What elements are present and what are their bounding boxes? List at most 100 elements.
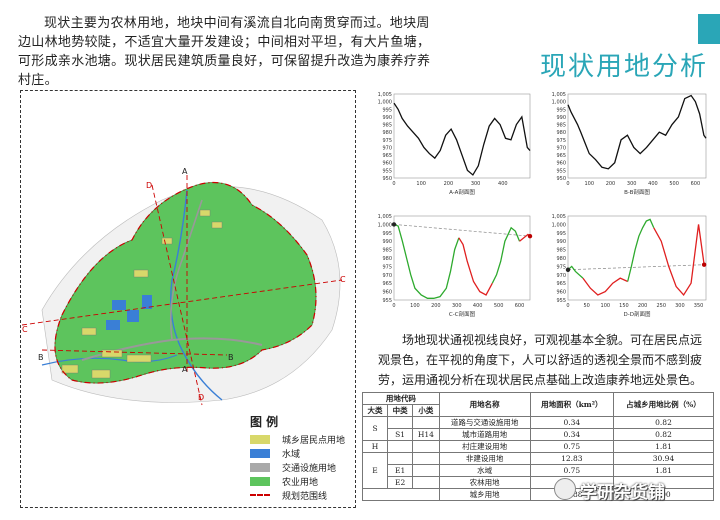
- cell-small: [412, 452, 440, 465]
- x-tick-label: 0: [566, 181, 569, 187]
- x-tick-label: 300: [471, 181, 481, 187]
- x-tick-label: 200: [638, 303, 648, 309]
- x-tick-label: 0: [392, 303, 395, 309]
- cell-big: H: [361, 440, 389, 453]
- section-chart-c: 1,005 1,000 995 990 985 980 975 970 965 960 9550 10…: [378, 214, 533, 318]
- y-tick-label: 985: [556, 248, 566, 254]
- legend-swatch-settlement: [250, 434, 270, 444]
- legend-label-water: 水域: [282, 449, 301, 460]
- cell-ratio: 0.82: [613, 428, 714, 441]
- section-label-d-bottom: D: [198, 393, 204, 402]
- plot-area: [393, 93, 531, 179]
- section-chart-b: 1,005 1,000995 990 985980 975970 965 960955 950…: [552, 92, 707, 196]
- table-row: H 村庄建设用地 0.75 1.81: [361, 440, 714, 453]
- header-small: 小类: [412, 404, 440, 417]
- y-tick-label: 990: [382, 115, 392, 121]
- y-tick-label: 1,000: [552, 100, 566, 106]
- target-marker: [701, 262, 707, 267]
- y-tick-label: 960: [556, 161, 566, 167]
- x-tick-label: 350: [694, 303, 704, 309]
- cell-small: [412, 464, 440, 477]
- page-title: 现状用地分析: [540, 52, 709, 82]
- y-tick-label: 955: [382, 168, 392, 174]
- cell-big: E: [361, 452, 389, 489]
- legend-label-agriculture: 农业用地: [282, 477, 319, 488]
- x-tick-label: 600: [691, 181, 701, 187]
- section-label-b-left: B: [38, 353, 44, 362]
- y-tick-label: 995: [556, 231, 566, 237]
- cell-big: S: [361, 416, 389, 441]
- y-tick-label: 980: [382, 256, 392, 262]
- cell-ratio: 1.81: [613, 464, 714, 477]
- y-tick-label: 985: [382, 248, 392, 254]
- wechat-icon: [554, 478, 576, 500]
- settlement-3: [161, 237, 173, 245]
- x-tick-label: 300: [675, 303, 685, 309]
- y-tick-label: 950: [556, 176, 566, 182]
- viewpoint-marker: [391, 222, 397, 227]
- corner-accent: [698, 14, 720, 44]
- x-tick-label: 100: [601, 303, 611, 309]
- y-tick-label: 955: [556, 168, 566, 174]
- settlement-4: [133, 269, 149, 278]
- cell-small: H14: [412, 428, 440, 441]
- intro-paragraph: 现状主要为农林用地，地块中间有溪流自北向南贯穿而过。地块周边山林地势较陡，不适宜…: [18, 16, 431, 88]
- y-tick-label: 960: [556, 290, 566, 296]
- plot-area: [567, 93, 707, 179]
- section-label-a-bottom: A: [182, 365, 188, 374]
- x-tick-label: 100: [416, 181, 426, 187]
- legend-label-transport: 交通设施用地: [282, 463, 337, 474]
- header-big: 大类: [361, 404, 389, 417]
- section-label-c-right: C: [340, 275, 346, 284]
- y-tick-label: 965: [382, 153, 392, 159]
- y-tick-label: 955: [556, 298, 566, 304]
- x-tick-label: 0: [392, 181, 395, 187]
- x-tick-label: 100: [584, 181, 594, 187]
- header-ratio: 占城乡用地比例（%）: [613, 392, 714, 417]
- y-tick-label: 970: [382, 145, 392, 151]
- x-tick-label: 0: [566, 303, 569, 309]
- section-label-d-top: D: [146, 181, 152, 190]
- table-row: S1 H14 城市道路用地 0.34 0.82: [363, 428, 714, 441]
- cell-mid: S1: [387, 428, 414, 441]
- settlement-5: [81, 327, 97, 336]
- section-label-c-left: C: [22, 325, 28, 334]
- settlement-8: [61, 364, 79, 374]
- cell-small: [412, 416, 440, 429]
- x-tick-label: 150: [619, 303, 629, 309]
- legend: 城乡居民点用地 水域 交通设施用地 农业用地 规划范围线: [250, 432, 345, 502]
- settlement-7: [126, 354, 152, 363]
- settlement-9: [91, 369, 111, 379]
- y-tick-label: 960: [382, 290, 392, 296]
- plot-area: [567, 215, 707, 301]
- header-name: 用地名称: [438, 392, 531, 417]
- legend-item-water: 水域: [250, 446, 345, 460]
- cell-name: 农林用地: [438, 476, 531, 489]
- table-row: S 道路与交通设施用地 0.34 0.82: [361, 416, 714, 441]
- cell-area: 0.34: [529, 428, 615, 441]
- y-tick-label: 1,005: [378, 214, 392, 220]
- y-tick-label: 965: [556, 153, 566, 159]
- land-use-map: A A B B C C D D: [22, 167, 346, 406]
- cell-mid: [387, 452, 414, 465]
- cell-ratio: 0.82: [613, 416, 714, 429]
- y-tick-label: 970: [382, 273, 392, 279]
- y-tick-label: 980: [556, 130, 566, 136]
- y-tick-label: 995: [556, 107, 566, 113]
- x-tick-label: 400: [648, 181, 658, 187]
- x-tick-label: 500: [494, 303, 504, 309]
- pond-1: [112, 300, 126, 310]
- chart-title: D-D剖面图: [624, 310, 651, 318]
- section-chart-a: 1,005 1,000995 990 985980 975970 965 960955 950…: [378, 92, 531, 196]
- y-tick-label: 1,005: [552, 214, 566, 220]
- pond-2: [127, 310, 139, 322]
- cell-mid: [387, 440, 414, 453]
- y-tick-label: 965: [556, 281, 566, 287]
- cell-area: 12.83: [529, 452, 615, 465]
- legend-label-boundary: 规划范围线: [282, 491, 328, 502]
- y-tick-label: 965: [382, 281, 392, 287]
- header-code: 用地代码: [362, 392, 440, 405]
- y-tick-label: 970: [556, 145, 566, 151]
- cell-area: 0.34: [529, 416, 615, 429]
- section-label-a-top: A: [182, 167, 188, 176]
